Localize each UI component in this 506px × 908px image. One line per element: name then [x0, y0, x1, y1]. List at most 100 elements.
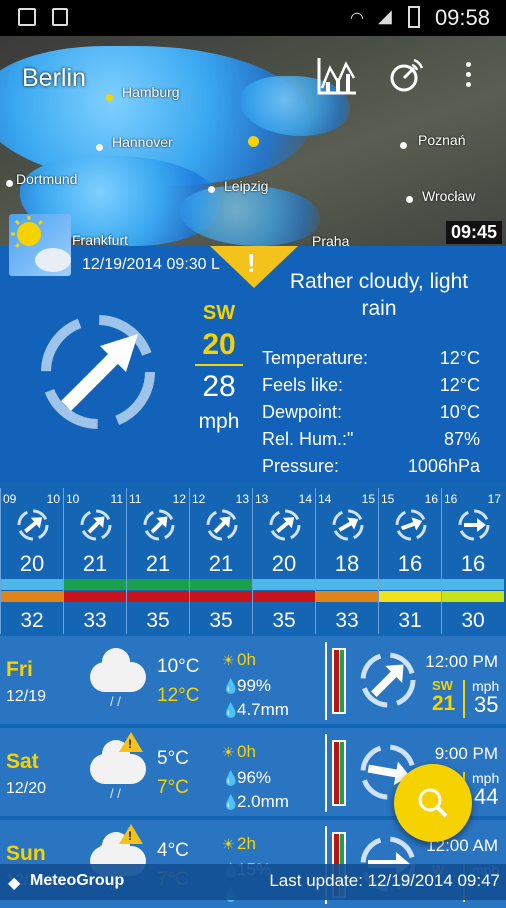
search-icon [418, 788, 448, 818]
hour-column[interactable]: 09 10 20 32 [0, 488, 63, 634]
hour-column[interactable]: 12 13 21 35 [189, 488, 252, 634]
satellite-icon[interactable] [384, 56, 424, 96]
observation-time: 12/19/2014 09:30 L [82, 256, 220, 273]
sim-notification-icon [52, 8, 68, 26]
city-label: Wrocław [422, 188, 476, 204]
gust-category-bar [64, 591, 126, 602]
hour-end: 13 [235, 492, 249, 506]
warning-mark: ! [247, 248, 256, 278]
status-bar: ◠ ◢ 09:58 [0, 0, 506, 36]
hour-end: 11 [110, 492, 123, 506]
city-label: Leipzig [224, 178, 269, 194]
overflow-menu-icon[interactable] [466, 62, 472, 87]
wind-gust: 44 [474, 784, 499, 809]
rain-probability: 💧99% [222, 676, 272, 695]
day-row[interactable]: Fri 12/19/ /10°C 12°C ☀ 0h 💧99% 💧4.7mm 12:00 PM… [0, 636, 506, 724]
temp-max: 5°C [157, 748, 189, 769]
hour-column[interactable]: 16 17 16 30 [441, 488, 504, 634]
wind-unit: mph [198, 410, 240, 433]
wind-category-bar [127, 579, 189, 590]
wind-arrow-icon [395, 509, 427, 541]
stat-row: Temperature: 12°C [262, 348, 480, 368]
wind-arrow-icon [17, 509, 49, 541]
wifi-icon: ◠ [350, 10, 364, 27]
stat-row: Rel. Hum.:" 87% [262, 429, 480, 449]
weather-symbol-icon [9, 214, 71, 276]
signal-icon: ◢ [378, 6, 392, 26]
city-label: Praha [312, 233, 350, 246]
wind-scale-bars [332, 648, 346, 714]
hour-end: 12 [172, 492, 186, 506]
day-name: Sun [6, 842, 46, 865]
current-conditions-panel: 12/19/2014 09:30 L ! Rather cloudy, ligh… [0, 214, 506, 482]
hour-start: 13 [255, 492, 269, 506]
warning-icon[interactable]: ! [119, 732, 143, 752]
hour-start: 12 [192, 492, 206, 506]
day-date: 12/19 [6, 688, 47, 705]
location-title[interactable]: Berlin [22, 64, 86, 93]
city-label: Dortmund [16, 171, 78, 187]
city-label: Frankfurt [72, 232, 129, 246]
hour-gust: 35 [272, 609, 296, 632]
hour-wind-speed: 16 [397, 551, 423, 576]
rain-probability: 💧96% [222, 768, 272, 787]
hourly-forecast[interactable]: 09 10 20 32 10 11 21 33 11 12 21 35 12 13 21 35 13 14 20 35… [0, 488, 506, 634]
divider [463, 680, 465, 718]
temp-min: 12°C [157, 685, 200, 706]
last-update: Last update: 12/19/2014 09:47 [269, 871, 500, 890]
hour-wind-speed: 21 [145, 551, 171, 576]
hour-end: 10 [46, 492, 60, 506]
gust-category-bar [190, 591, 252, 602]
wind-category-bar [253, 579, 315, 590]
wind-arrow-icon [332, 509, 364, 541]
wind-arrow-icon [206, 509, 238, 541]
hour-gust: 33 [335, 609, 359, 632]
hour-wind-speed: 20 [271, 551, 297, 576]
city-label: Hannover [112, 134, 173, 150]
wind-category-bar [190, 579, 252, 590]
divider [325, 642, 327, 720]
hour-column[interactable]: 15 16 16 31 [378, 488, 441, 634]
hour-start: 10 [66, 492, 80, 506]
hour-end: 17 [487, 492, 501, 506]
hour-wind-speed: 21 [82, 551, 108, 576]
wind-gust: 35 [474, 692, 499, 717]
wind-arrow-icon [143, 509, 175, 541]
sun-icon: ☀ [222, 744, 235, 760]
divider [325, 734, 327, 812]
day-date: 12/20 [6, 780, 47, 797]
hour-start: 15 [381, 492, 395, 506]
radar-map[interactable]: Berlin Hamburg Hannover Poznań Dortmund … [0, 36, 506, 246]
radar-timestamp: 09:45 [445, 221, 502, 244]
gust-category-bar [442, 591, 504, 602]
meteogroup-logo-icon: ◆ [8, 875, 21, 892]
search-button[interactable] [394, 764, 472, 842]
hour-gust: 32 [20, 609, 44, 632]
hour-column[interactable]: 13 14 20 35 [252, 488, 315, 634]
temp-min: 7°C [157, 777, 189, 798]
wind-gust: 28 [202, 370, 236, 403]
gust-category-bar [316, 591, 378, 602]
day-name: Fri [6, 658, 33, 681]
hour-column[interactable]: 14 15 18 33 [315, 488, 378, 634]
wind-category-bar [64, 579, 126, 590]
gallery-notification-icon [18, 8, 36, 26]
cloud-rain-icon [90, 648, 146, 692]
wind-category-bar [379, 579, 441, 590]
wind-arrow-icon [458, 509, 490, 541]
hour-end: 14 [298, 492, 312, 506]
hour-column[interactable]: 11 12 21 35 [126, 488, 189, 634]
warning-icon[interactable]: ! [119, 824, 143, 844]
wind-arrow-icon [269, 509, 301, 541]
chart-icon[interactable] [316, 56, 358, 96]
hour-end: 16 [424, 492, 438, 506]
hour-start: 09 [3, 492, 17, 506]
wind-direction-icon [41, 315, 155, 429]
hour-column[interactable]: 10 11 21 33 [63, 488, 126, 634]
wind-category-bar [316, 579, 378, 590]
hour-gust: 31 [398, 609, 422, 632]
hour-gust: 35 [209, 609, 233, 632]
drop-icon: 💧 [222, 794, 240, 810]
hour-gust: 30 [461, 609, 485, 632]
hour-start: 14 [318, 492, 332, 506]
